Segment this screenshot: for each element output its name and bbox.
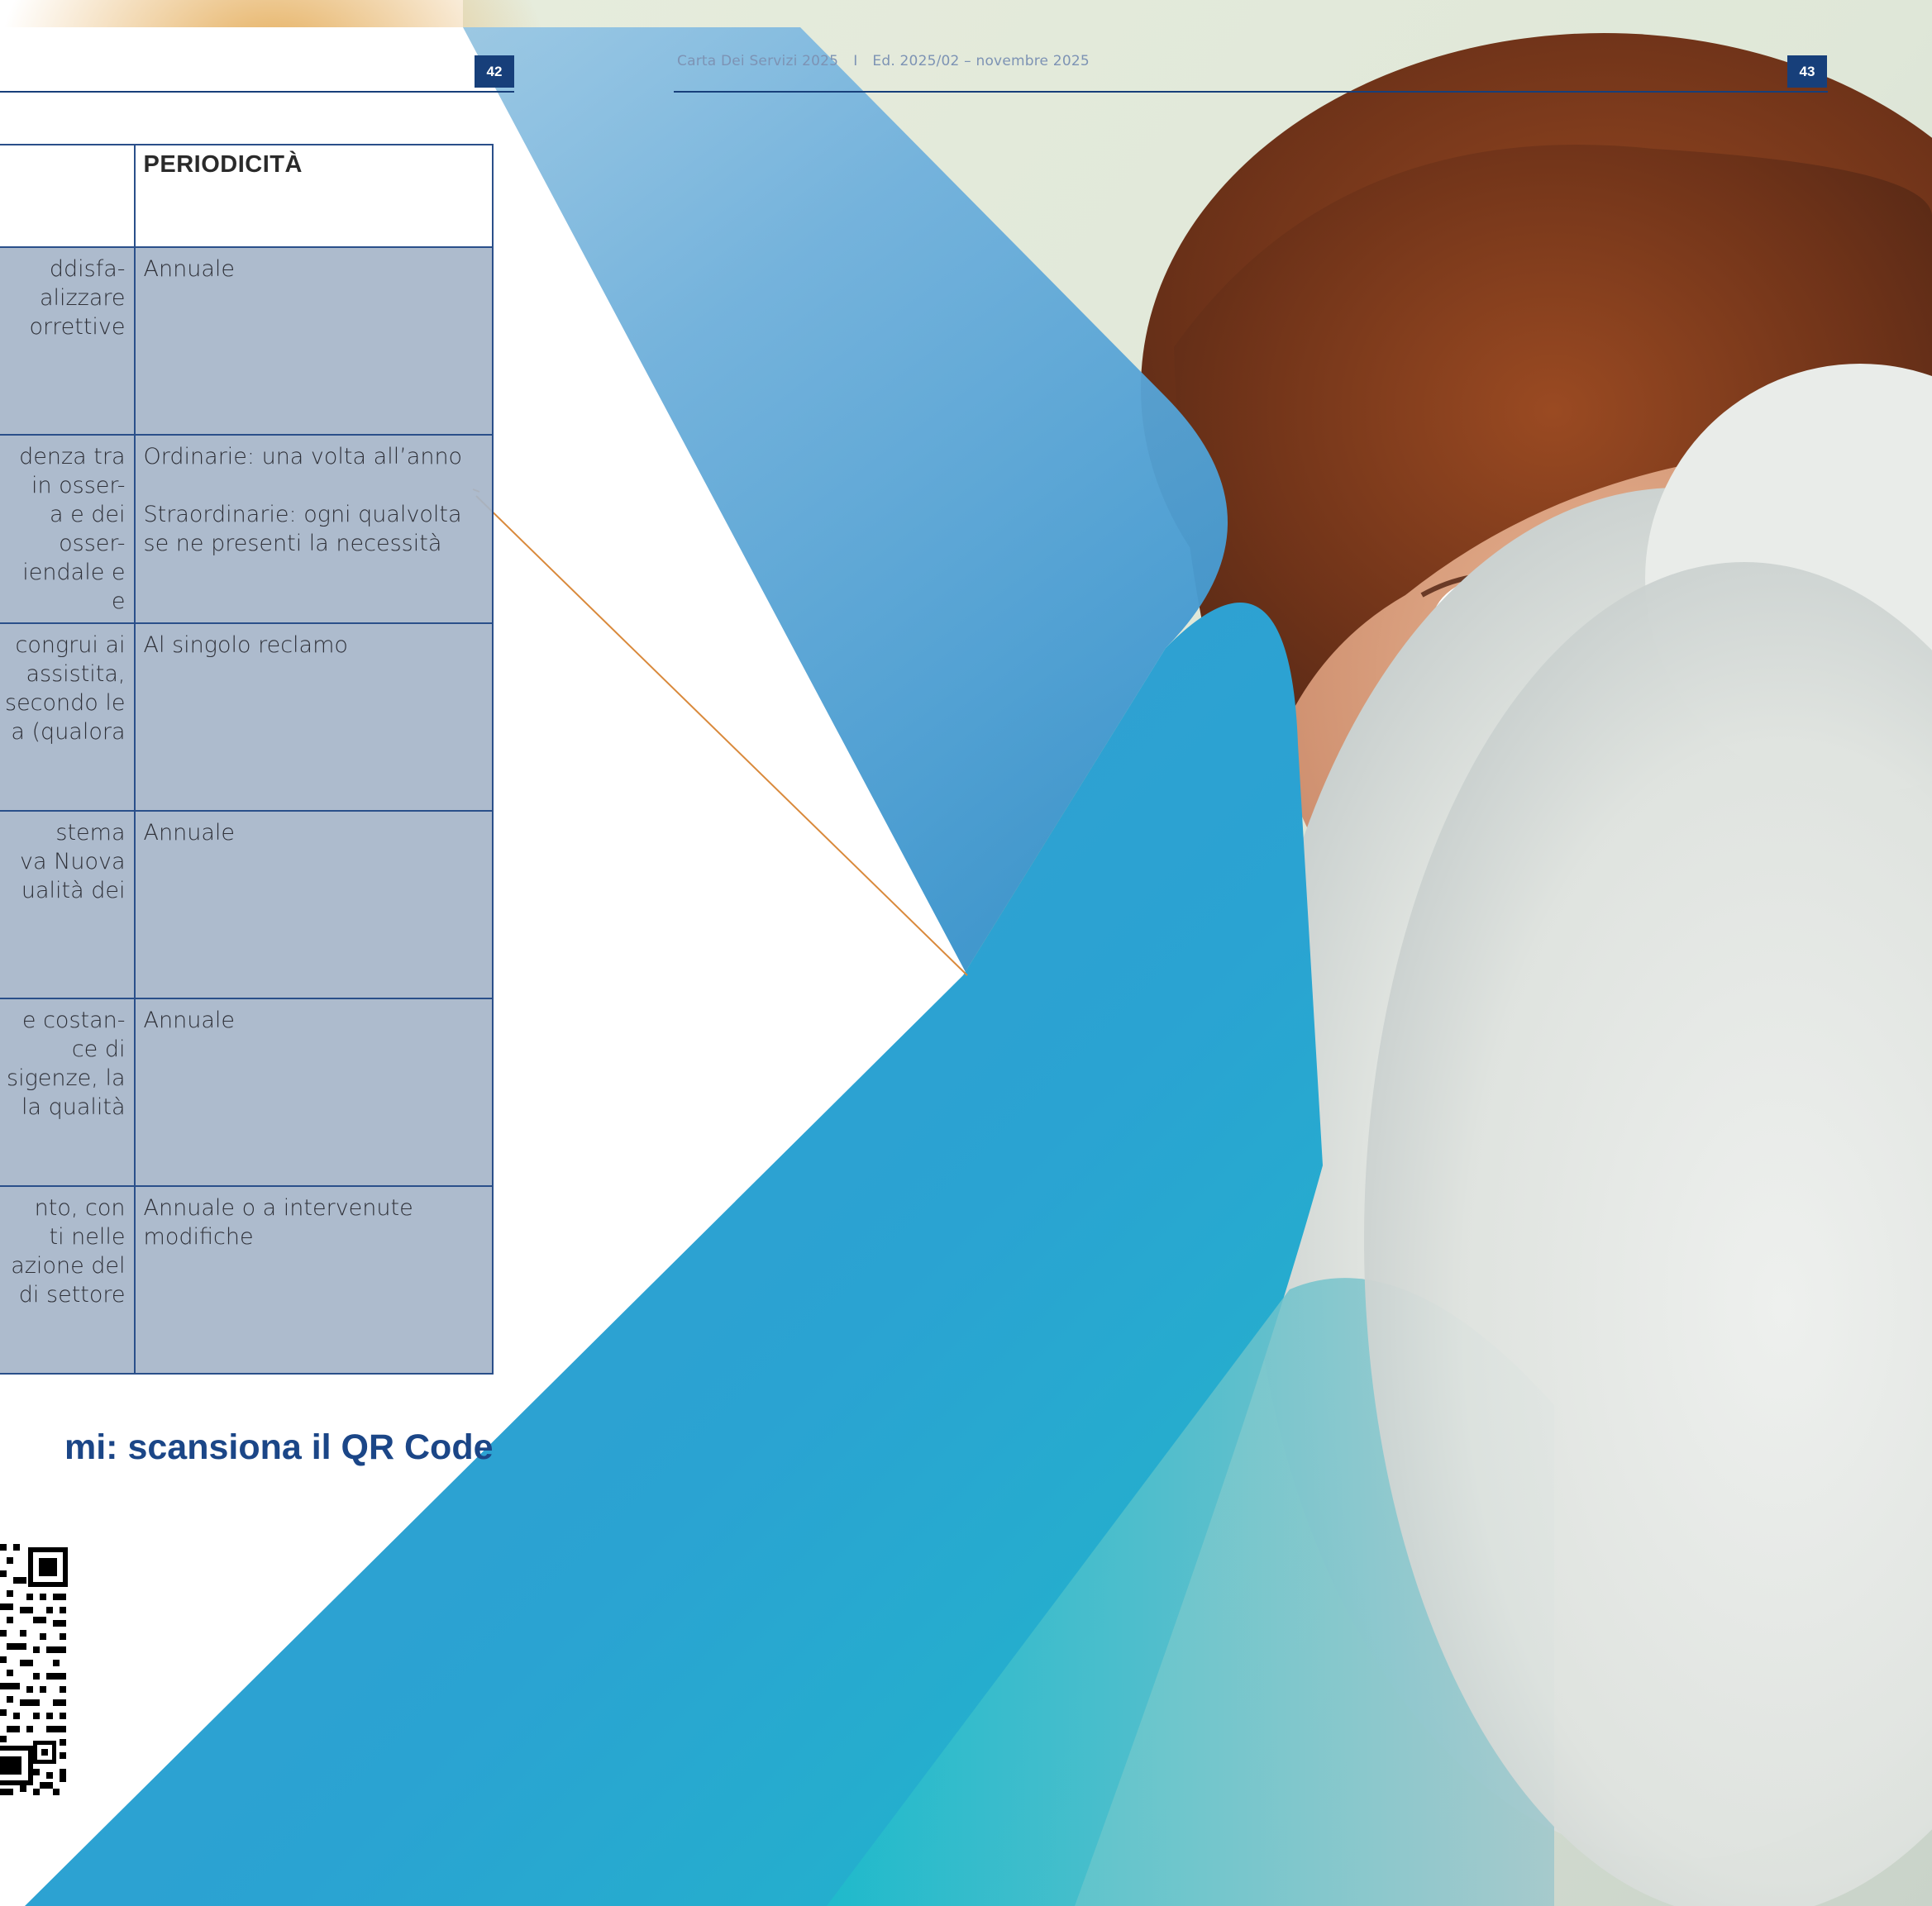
table-cell-periodicity: Ordinarie: una volta all’anno Straordina…: [133, 434, 494, 624]
table-cell-cropped-text: e costan- ce di sigenze, la la qualità: [0, 998, 136, 1187]
right-page-number: 43: [1787, 55, 1827, 88]
table-row: denza tra in osser- a e dei osser- ienda…: [0, 434, 494, 624]
table-cell-cropped-text: denza tra in osser- a e dei osser- ienda…: [0, 434, 136, 624]
table-cell-cropped-text: ddisfa- alizzare orrettive: [0, 246, 136, 436]
qr-section-title: mi: scansiona il QR Code: [64, 1427, 494, 1467]
table-row: ddisfa- alizzare orrettive Annuale: [0, 246, 494, 436]
table-row: congrui ai assistita, secondo le a (qual…: [0, 622, 494, 812]
table-cell-periodicity: Annuale: [133, 998, 494, 1187]
left-header-rule: [0, 91, 514, 93]
table-row: nto, con ti nelle azione del di settore …: [0, 1185, 494, 1375]
table-cell-cropped-text: stema va Nuova ualità dei: [0, 810, 136, 999]
right-header-rule: [674, 91, 1828, 93]
left-page-number: 42: [475, 55, 514, 88]
table-row: stema va Nuova ualità dei Annuale: [0, 810, 494, 999]
table-header-periodicity: PERIODICITÀ: [133, 144, 494, 248]
document-spread: 42 Carta Dei Servizi 2025 I Ed. 2025/02 – …: [0, 0, 1932, 1906]
table-row: e costan- ce di sigenze, la la qualità A…: [0, 998, 494, 1187]
qr-code-icon[interactable]: [0, 1537, 69, 1800]
running-header: Carta Dei Servizi 2025 I Ed. 2025/02 – nov…: [677, 53, 1090, 69]
table-cell-periodicity: Al singolo reclamo: [133, 622, 494, 812]
table-cell-periodicity: Annuale: [133, 810, 494, 999]
running-title: Carta Dei Servizi 2025: [677, 53, 839, 69]
edition-label: Ed. 2025/02 – novembre 2025: [872, 53, 1090, 69]
header-separator: I: [853, 53, 858, 69]
table-cell-cropped-text: nto, con ti nelle azione del di settore: [0, 1185, 136, 1375]
table-header-cell-cropped: [0, 144, 136, 248]
table-cell-periodicity: Annuale: [133, 246, 494, 436]
periodicity-table: PERIODICITÀ ddisfa- alizzare orrettive A…: [0, 144, 494, 1375]
table-cell-cropped-text: congrui ai assistita, secondo le a (qual…: [0, 622, 136, 812]
table-header-row: PERIODICITÀ: [0, 144, 494, 248]
table-cell-periodicity: Annuale o a intervenute modifiche: [133, 1185, 494, 1375]
